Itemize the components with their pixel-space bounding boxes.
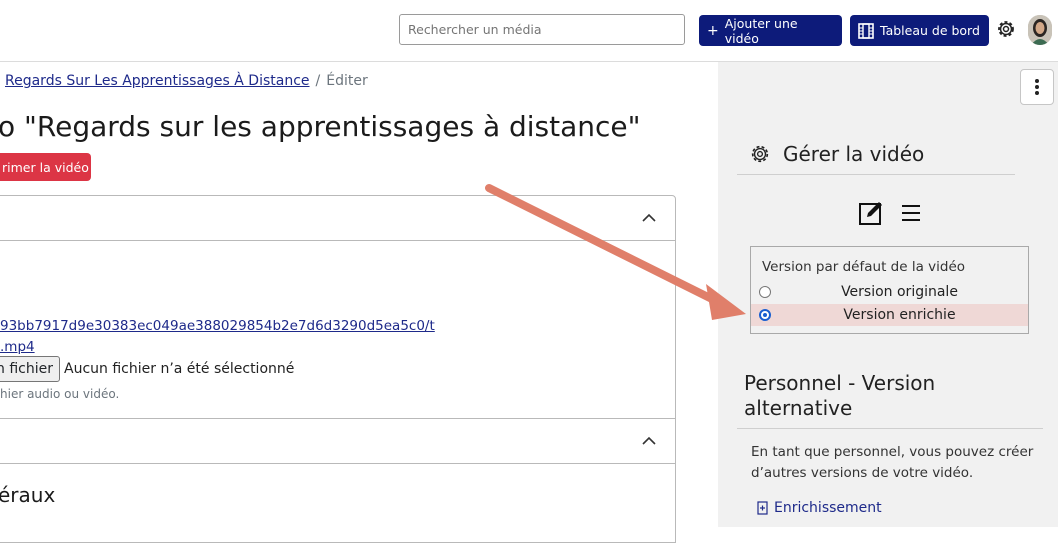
delete-video-button[interactable]: rimer la vidéo [0, 153, 91, 181]
default-version-legend: Version par défaut de la vidéo [762, 259, 966, 275]
general-section-title: éraux [0, 483, 56, 507]
file-plus-icon [757, 501, 768, 515]
breadcrumb-parent-link[interactable]: Regards Sur Les Apprentissages À Distanc… [5, 73, 310, 89]
divider [737, 174, 1015, 175]
version-enriched-radio[interactable] [759, 309, 771, 321]
alt-version-title: Personnel - Version alternative [744, 371, 936, 420]
more-options-button[interactable] [1020, 69, 1054, 105]
add-video-label: Ajouter une vidéo [724, 15, 798, 46]
menu-icon[interactable] [901, 204, 921, 222]
file-url-link[interactable]: 93bb7917d9e30383ec049ae388029854b2e7d6d3… [0, 318, 435, 334]
chevron-up-icon[interactable] [641, 210, 657, 226]
chevron-up-icon[interactable] [641, 433, 657, 449]
user-avatar-icon [1028, 15, 1052, 45]
add-video-button[interactable]: + Ajouter une vidéo [699, 15, 842, 46]
alt-version-text: En tant que personnel, vous pouvez créer… [751, 444, 1034, 481]
version-original-label: Version originale [841, 284, 958, 300]
manage-video-title: Gérer la vidéo [749, 142, 924, 166]
plus-icon: + [707, 22, 719, 39]
top-bar: + Ajouter une vidéo Tableau de bord [0, 0, 1058, 62]
enrichment-label: Enrichissement [774, 500, 882, 516]
gear-icon[interactable] [994, 17, 1018, 41]
general-panel-header[interactable] [0, 418, 676, 464]
version-enriched-label: Version enrichie [843, 307, 956, 323]
file-panel-header[interactable] [0, 195, 676, 241]
dashboard-label: Tableau de bord [880, 23, 980, 38]
version-option-original[interactable]: Version originale [751, 281, 1028, 303]
edit-icon[interactable] [858, 200, 886, 226]
version-option-enriched[interactable]: Version enrichie [751, 304, 1028, 326]
search-input[interactable] [399, 14, 685, 45]
file-name-link[interactable]: .mp4 [0, 339, 35, 355]
choose-file-button[interactable]: n fichier [0, 356, 60, 382]
file-status-text: Aucun fichier n’a été sélectionné [64, 361, 295, 377]
gear-icon [751, 145, 769, 163]
page-title: o "Regards sur les apprentissages à dist… [0, 110, 641, 143]
file-help-text: hier audio ou vidéo. [0, 387, 120, 401]
divider [737, 428, 1043, 429]
breadcrumb-current: Éditer [326, 73, 368, 89]
film-icon [858, 22, 874, 39]
avatar[interactable] [1028, 15, 1052, 45]
dashboard-button[interactable]: Tableau de bord [850, 15, 989, 46]
breadcrumb: Regards Sur Les Apprentissages À Distanc… [5, 73, 368, 89]
breadcrumb-separator: / [315, 73, 321, 89]
enrichment-link[interactable]: Enrichissement [757, 500, 882, 516]
general-panel-body [0, 463, 676, 543]
kebab-icon [1035, 79, 1039, 95]
version-original-radio[interactable] [759, 286, 771, 298]
manage-video-label: Gérer la vidéo [783, 142, 925, 166]
